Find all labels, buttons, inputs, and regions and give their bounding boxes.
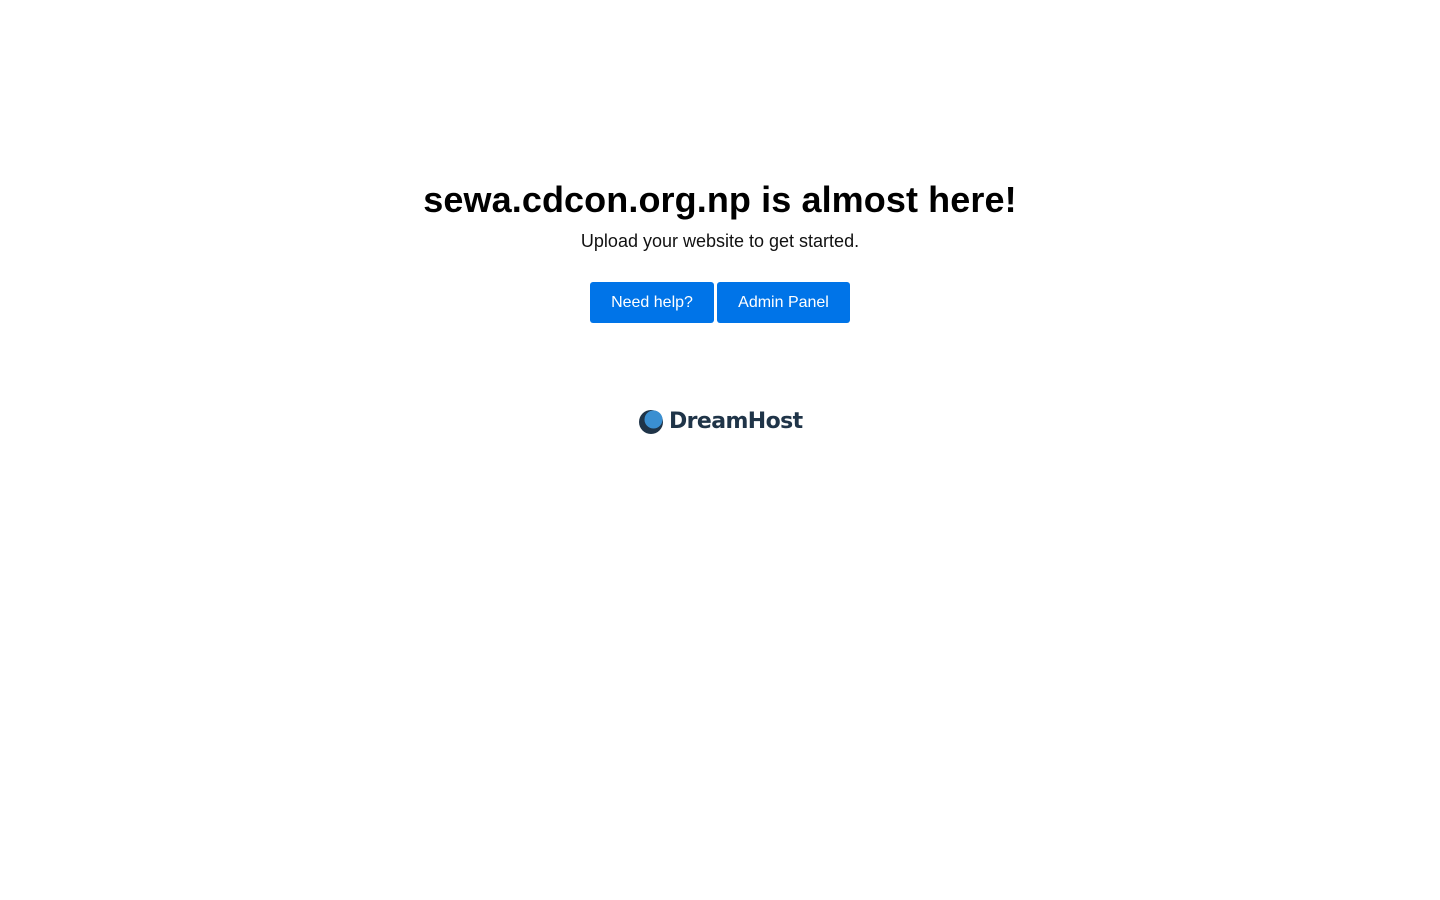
parked-domain-page: sewa.cdcon.org.np is almost here! Upload… — [0, 0, 1440, 900]
dreamhost-moon-icon — [639, 410, 663, 434]
logo-wordmark: DreamHost — [669, 409, 803, 434]
need-help-button[interactable]: Need help? — [590, 282, 714, 323]
button-group: Need help? Admin Panel — [0, 282, 1440, 323]
dreamhost-logo[interactable]: DreamHost — [638, 407, 803, 437]
page-title: sewa.cdcon.org.np is almost here! — [423, 179, 1017, 220]
page-subtitle: Upload your website to get started. — [580, 231, 860, 251]
admin-panel-button[interactable]: Admin Panel — [717, 282, 850, 323]
main-content: sewa.cdcon.org.np is almost here! Upload… — [0, 178, 1440, 323]
